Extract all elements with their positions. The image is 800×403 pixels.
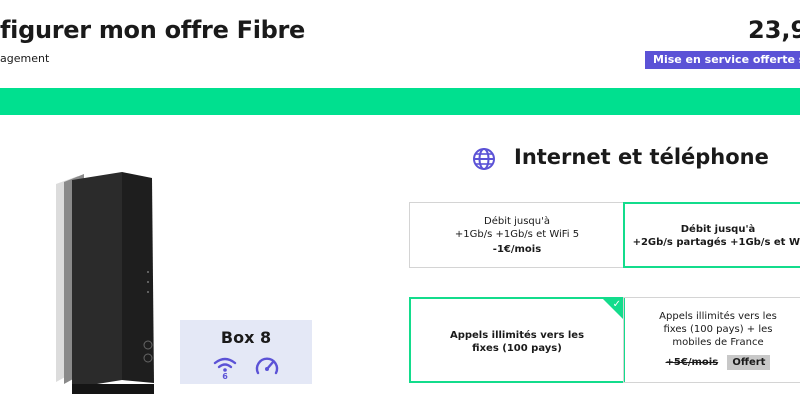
speedometer-icon	[255, 357, 279, 375]
option-price: -1€/mois	[492, 244, 542, 255]
original-price: +5€/mois	[665, 357, 719, 368]
monthly-price: 23,99	[748, 16, 800, 44]
box-name: Box 8	[220, 328, 272, 347]
page-title: figurer mon offre Fibre	[0, 16, 306, 44]
phone-option-mobiles[interactable]: Appels illimités vers les fixes (100 pay…	[623, 297, 800, 383]
wifi-6-icon: 6	[213, 357, 237, 380]
internet-option-1gb[interactable]: Débit jusqu'à +1Gb/s +1Gb/s et WiFi 5 -1…	[409, 202, 625, 268]
phone-option-fixes[interactable]: ✓ Appels illimités vers les fixes (100 p…	[409, 297, 625, 383]
globe-icon	[473, 148, 495, 170]
header-bar: figurer mon offre Fibre agement 23,99 Mi…	[0, 0, 800, 88]
promo-badge: Mise en service offerte sur d	[645, 51, 800, 69]
offert-badge: Offert	[727, 355, 771, 370]
progress-band	[0, 88, 800, 115]
router-image	[56, 172, 154, 394]
page-subtitle: agement	[0, 52, 50, 65]
wifi-version-label: 6	[222, 372, 228, 380]
box-card[interactable]: Box 8 6	[180, 320, 312, 384]
section-title: Internet et téléphone	[514, 145, 769, 169]
internet-option-2gb[interactable]: Débit jusqu'à +2Gb/s partagés +1Gb/s et …	[623, 202, 800, 268]
